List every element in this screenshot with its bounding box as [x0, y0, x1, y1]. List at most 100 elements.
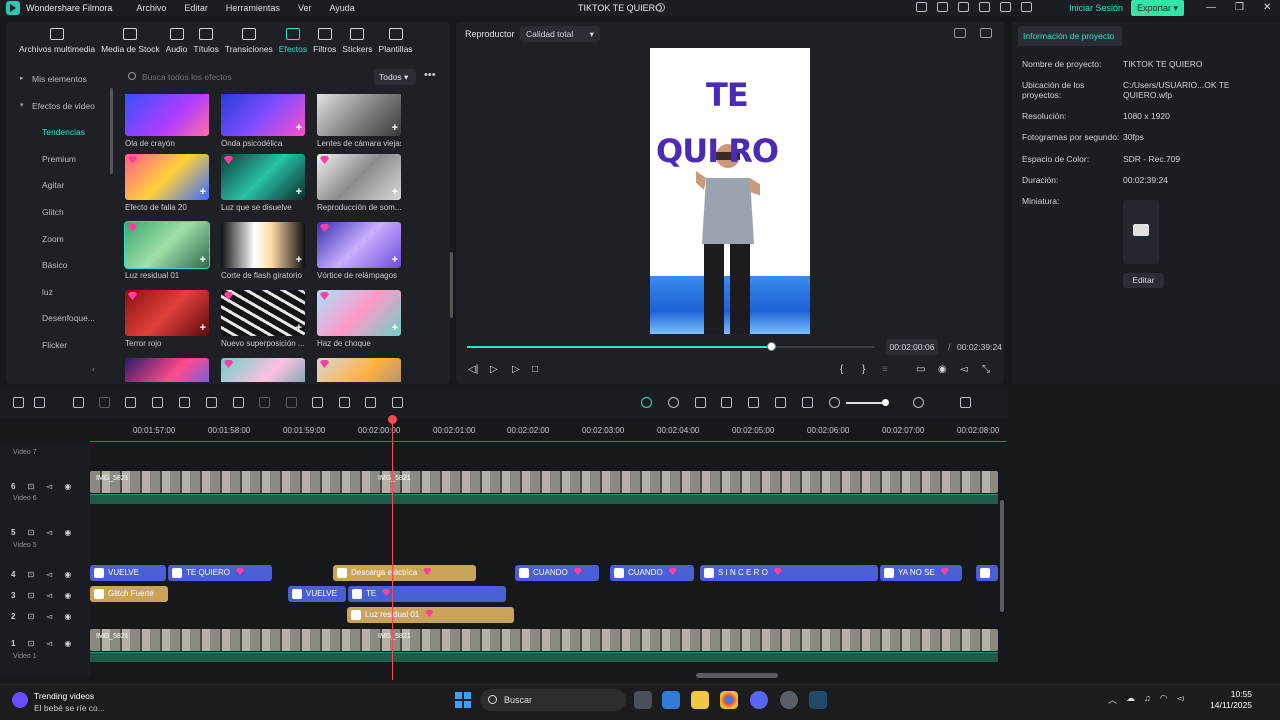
redo-icon[interactable]: [99, 397, 110, 408]
system-clock[interactable]: 10:55 14/11/2025: [1208, 689, 1252, 711]
select-tool-icon[interactable]: [34, 397, 45, 408]
title-clip[interactable]: [976, 565, 998, 581]
mark-out-icon[interactable]: }: [862, 364, 865, 375]
add-icon[interactable]: +: [296, 322, 302, 334]
track-controls-2[interactable]: 2 ⊡ ◅ ◉: [11, 612, 71, 621]
tab-stickers[interactable]: Stickers: [339, 28, 375, 62]
effect-card[interactable]: + Nuevo superposición ...: [221, 290, 305, 348]
layout-icon[interactable]: [1021, 2, 1032, 12]
effect-card[interactable]: + Haz de choque: [317, 290, 401, 348]
chrome-icon[interactable]: [720, 691, 738, 709]
lock-icon[interactable]: ⊡: [27, 528, 34, 537]
login-button[interactable]: Iniciar Sesión: [1064, 0, 1128, 16]
track-controls-5[interactable]: 5 ⊡ ◅ ◉: [11, 528, 71, 537]
sidebar-item-tendencias[interactable]: Tendencias: [6, 119, 106, 146]
notification-icon[interactable]: [1000, 2, 1011, 12]
sidebar-item-premium[interactable]: Premium: [6, 146, 106, 173]
lock-icon[interactable]: ⊡: [27, 612, 34, 621]
tab-media-stock[interactable]: Media de Stock: [98, 28, 163, 62]
effect-card[interactable]: [125, 358, 209, 382]
add-icon[interactable]: +: [200, 322, 206, 334]
effect-card[interactable]: + Luz que se disuelve: [221, 154, 305, 212]
marker-icon[interactable]: [695, 397, 706, 408]
screen-icon[interactable]: [775, 397, 786, 408]
playhead[interactable]: [392, 418, 393, 680]
app-icon[interactable]: [780, 691, 798, 709]
title-clip[interactable]: CUANDO: [515, 565, 599, 581]
storage-icon[interactable]: [958, 2, 969, 12]
zoom-out-icon[interactable]: [829, 397, 840, 408]
stop-icon[interactable]: □: [532, 364, 538, 375]
track-controls-6[interactable]: 6 ⊡ ◅ ◉: [11, 482, 71, 491]
progress-knob[interactable]: [766, 342, 776, 351]
add-icon[interactable]: +: [392, 122, 398, 134]
effects-scrollbar[interactable]: [450, 252, 453, 318]
widgets-app-icon[interactable]: [662, 691, 680, 709]
playhead-handle[interactable]: [388, 415, 397, 424]
eye-icon[interactable]: ◉: [64, 570, 71, 579]
eye-icon[interactable]: ◉: [64, 612, 71, 621]
eye-icon[interactable]: ◉: [64, 528, 71, 537]
lock-icon[interactable]: ⊡: [27, 570, 34, 579]
snapshot-view-icon[interactable]: [980, 28, 992, 38]
audio-icon[interactable]: ◅: [46, 612, 52, 621]
send-icon[interactable]: [916, 2, 927, 12]
menu-archivo[interactable]: Archivo: [136, 3, 166, 13]
effect-card[interactable]: + Corte de flash giratorio: [221, 222, 305, 280]
menu-herramientas[interactable]: Herramientas: [226, 3, 280, 13]
sidebar-item-luz[interactable]: luz: [6, 279, 106, 306]
video-preview[interactable]: TE QUI RO: [650, 48, 810, 334]
sidebar-scrollbar[interactable]: [110, 88, 113, 174]
tab-project-info[interactable]: Información de proyecto: [1018, 26, 1122, 46]
export-button[interactable]: Exportar ▾: [1131, 0, 1184, 16]
theme-icon[interactable]: [937, 2, 948, 12]
eye-icon[interactable]: ◉: [64, 591, 71, 600]
volume-tray-icon[interactable]: ◅: [1177, 693, 1184, 706]
current-time[interactable]: 00:02:00:06: [886, 339, 938, 355]
title-clip[interactable]: S I N C E R O: [700, 565, 878, 581]
link-icon[interactable]: [392, 397, 403, 408]
mic-icon[interactable]: [721, 397, 732, 408]
render-icon[interactable]: [641, 397, 652, 408]
thumbnail-preview[interactable]: [1123, 200, 1159, 264]
mark-in-icon[interactable]: {: [840, 364, 843, 375]
cut-icon[interactable]: [152, 397, 163, 408]
play-slow-icon[interactable]: ▷: [490, 364, 498, 375]
display-icon[interactable]: ▭: [916, 364, 925, 375]
add-icon[interactable]: +: [392, 322, 398, 334]
effect-clip[interactable]: Descarga eléctrica: [333, 565, 476, 581]
maximize-icon[interactable]: ❐: [1235, 0, 1244, 16]
effect-card[interactable]: Ola de crayón: [125, 94, 209, 148]
audio-icon[interactable]: ◅: [46, 528, 52, 537]
lock-icon[interactable]: ⊡: [27, 591, 34, 600]
color-tool-icon[interactable]: [286, 397, 297, 408]
tab-efectos[interactable]: Efectos: [276, 28, 310, 62]
discord-icon[interactable]: [750, 691, 768, 709]
sidebar-item-efectos-video[interactable]: Efectos de video: [6, 93, 106, 120]
wifi-icon[interactable]: ◠: [1160, 693, 1168, 706]
title-clip[interactable]: VUELVE: [90, 565, 166, 581]
track-icon[interactable]: [748, 397, 759, 408]
ai-icon[interactable]: [339, 397, 350, 408]
subtitle-icon[interactable]: [802, 397, 813, 408]
effect-clip[interactable]: Luz residual 01: [347, 607, 514, 623]
audio-icon[interactable]: ◅: [46, 639, 52, 648]
sidebar-item-zoom[interactable]: Zoom: [6, 226, 106, 253]
playback-progress-bar[interactable]: [467, 342, 875, 351]
video-clip[interactable]: IMG_5821 IMG_5821: [90, 629, 998, 651]
track-controls-4[interactable]: 4 ⊡ ◅ ◉: [11, 570, 71, 579]
close-icon[interactable]: ✕: [1263, 0, 1271, 16]
effect-card[interactable]: + Reproducción de som...: [317, 154, 401, 212]
add-icon[interactable]: +: [296, 186, 302, 198]
video-clip[interactable]: IMG_5821 IMG_5821: [90, 471, 998, 493]
title-clip[interactable]: VUELVE: [288, 586, 346, 602]
timeline-h-scrollbar[interactable]: [696, 673, 778, 678]
menu-ayuda[interactable]: Ayuda: [329, 3, 354, 13]
effect-clip[interactable]: Glitch Fuerte: [90, 586, 168, 602]
lock-icon[interactable]: ⊡: [27, 482, 34, 491]
filmora-taskbar-icon[interactable]: [809, 691, 827, 709]
title-clip[interactable]: TE: [348, 586, 506, 602]
zoom-in-icon[interactable]: [913, 397, 924, 408]
prev-frame-icon[interactable]: ◁|: [468, 364, 478, 375]
text-tool-icon[interactable]: [206, 397, 217, 408]
